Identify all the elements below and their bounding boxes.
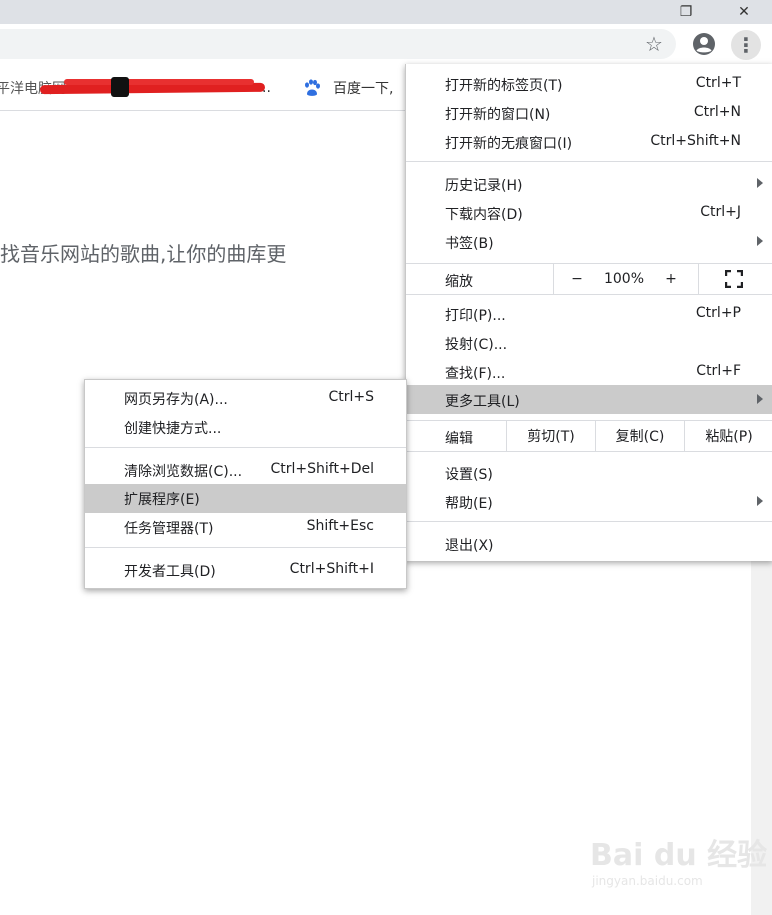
bookmark-favicon [111,77,129,97]
submenu-arrow-icon [757,394,763,404]
bookmark-overflow-ellipsis: .. [262,80,271,96]
baidu-jingyan-watermark: Bai du 经验 [590,838,768,873]
menu-item-new-tab[interactable]: 打开新的标签页(T) Ctrl+T [406,69,772,98]
menu-edit-row: 编辑 剪切(T) 复制(C) 粘贴(P) [406,421,772,451]
zoom-in-button[interactable]: + [656,264,686,294]
menu-zoom-row: 缩放 − 100% + [406,264,772,294]
fullscreen-icon [725,270,743,288]
menu-item-cast[interactable]: 投射(C)... [406,328,772,357]
watermark-url: jingyan.baidu.com [592,874,703,888]
bookmark-star-button[interactable]: ☆ [640,30,668,58]
menu-item-new-incognito-window[interactable]: 打开新的无痕窗口(I) Ctrl+Shift+N [406,127,772,156]
submenu-arrow-icon [757,178,763,188]
cut-button[interactable]: 剪切(T) [507,421,595,451]
zoom-level-value: 100% [603,271,645,287]
menu-item-settings[interactable]: 设置(S) [406,458,772,487]
submenu-arrow-icon [757,236,763,246]
menu-item-downloads[interactable]: 下载内容(D) Ctrl+J [406,198,772,227]
page-content-text: 找音乐网站的歌曲,让你的曲库更 [0,242,287,266]
copy-button[interactable]: 复制(C) [596,421,684,451]
menu-separator [85,547,406,548]
menu-item-print[interactable]: 打印(P)... Ctrl+P [406,299,772,328]
baidu-paw-icon [305,79,320,96]
bookmark-baidu[interactable]: 百度一下, [333,78,393,98]
paste-button[interactable]: 粘贴(P) [685,421,772,451]
more-vert-icon: ⋮ [736,33,756,57]
more-tools-submenu: 网页另存为(A)... Ctrl+S 创建快捷方式... 清除浏览数据(C)..… [84,379,407,589]
menu-item-exit[interactable]: 退出(X) [406,529,772,558]
menu-separator [406,521,772,522]
submenu-item-create-shortcut[interactable]: 创建快捷方式... [85,413,406,442]
menu-item-history[interactable]: 历史记录(H) [406,169,772,198]
star-icon: ☆ [645,32,663,56]
menu-item-more-tools[interactable]: 更多工具(L) [406,385,772,414]
zoom-out-button[interactable]: − [562,264,592,294]
edit-label: 编辑 [445,431,473,447]
menu-separator [85,447,406,448]
submenu-arrow-icon [757,496,763,506]
menu-separator [406,451,772,452]
menu-item-new-window[interactable]: 打开新的窗口(N) Ctrl+N [406,98,772,127]
account-icon [693,33,715,55]
menu-item-find[interactable]: 查找(F)... Ctrl+F [406,357,772,386]
fullscreen-button[interactable] [714,264,754,294]
close-window-button[interactable]: ✕ [722,0,766,24]
bookmarks-bar: 平洋电脑网 .. 百度一下, [0,64,405,111]
submenu-item-clear-browsing-data[interactable]: 清除浏览数据(C)... Ctrl+Shift+Del [85,456,406,485]
submenu-item-extensions[interactable]: 扩展程序(E) [85,484,406,513]
profile-button[interactable] [690,30,718,58]
restore-window-button[interactable]: ❐ [664,0,708,24]
zoom-label: 缩放 [445,274,473,290]
submenu-item-save-page-as[interactable]: 网页另存为(A)... Ctrl+S [85,384,406,413]
title-bar: ❐ ✕ [0,0,772,24]
chrome-main-menu: 打开新的标签页(T) Ctrl+T 打开新的窗口(N) Ctrl+N 打开新的无… [405,64,772,561]
submenu-item-developer-tools[interactable]: 开发者工具(D) Ctrl+Shift+I [85,556,406,585]
chrome-menu-button[interactable]: ⋮ [731,30,761,60]
close-icon: ✕ [738,4,750,20]
menu-separator [406,161,772,162]
menu-item-bookmarks[interactable]: 书签(B) [406,227,772,256]
submenu-item-task-manager[interactable]: 任务管理器(T) Shift+Esc [85,513,406,542]
address-bar[interactable] [0,29,676,59]
browser-toolbar: ☆ ⋮ [0,24,772,64]
redaction-mark [64,79,254,85]
restore-icon: ❐ [679,4,693,20]
menu-item-help[interactable]: 帮助(E) [406,487,772,516]
menu-separator [406,294,772,295]
